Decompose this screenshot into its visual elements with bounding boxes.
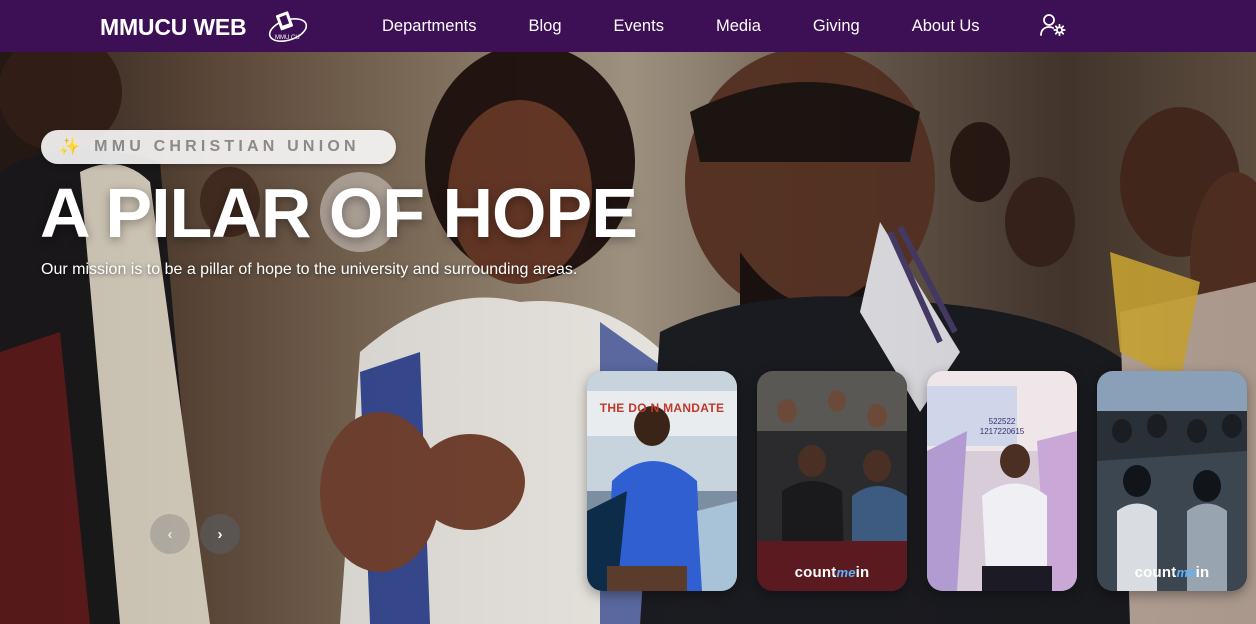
caption-me: me [1176, 565, 1196, 580]
thumbnail-banner: THE DO N MANDATE [599, 401, 725, 415]
caption-count: count [794, 564, 837, 581]
thumbnail-photo-worship [757, 371, 907, 591]
caption-count: count [1134, 564, 1177, 581]
thumbnail-photo-stage [927, 371, 1077, 591]
chevron-right-icon: › [217, 525, 223, 543]
thumbnail-photo-crowd [1097, 371, 1247, 591]
carousel-thumbnail-4[interactable]: countmein [1097, 371, 1247, 591]
hero-badge-text: MMU CHRISTIAN UNION [94, 138, 360, 155]
caption-in: in [855, 564, 870, 581]
nav-links: Departments Blog Events Media Giving Abo… [382, 0, 980, 52]
hero-badge: ✨ MMU CHRISTIAN UNION [41, 130, 396, 164]
svg-text:MMU CU: MMU CU [275, 35, 300, 41]
nav-link-giving[interactable]: Giving [813, 17, 860, 36]
mmu-cu-logo-icon: MMU CU [269, 11, 308, 42]
carousel-thumbnail-2[interactable]: countmein [757, 371, 907, 591]
user-settings-icon[interactable] [1040, 13, 1066, 37]
carousel-thumbnail-3[interactable]: 522522 1217220615 [927, 371, 1077, 591]
carousel-prev-button[interactable]: ‹ [150, 514, 190, 554]
nav-link-departments[interactable]: Departments [382, 17, 476, 36]
brand[interactable]: MMUCU WEB MMU CU [100, 10, 310, 44]
thumbnail-caption: countmein [1097, 564, 1247, 581]
nav-link-media[interactable]: Media [716, 17, 761, 36]
hero-subtitle: Our mission is to be a pillar of hope to… [41, 261, 578, 278]
chevron-left-icon: ‹ [167, 525, 173, 543]
nav-link-events[interactable]: Events [614, 17, 664, 36]
caption-me: me [836, 565, 856, 580]
thumbnail-caption: countmein [757, 564, 907, 581]
hero-title: A PILAR OF HOPE [40, 174, 638, 252]
sparkle-icon: ✨ [59, 137, 81, 156]
thumbnail-screen-text: 522522 1217220615 [979, 417, 1025, 436]
brand-name[interactable]: MMUCU WEB [100, 14, 247, 41]
nav-link-about-us[interactable]: About Us [912, 17, 980, 36]
carousel-next-button[interactable]: › [200, 514, 240, 554]
caption-in: in [1195, 564, 1210, 581]
nav-link-blog[interactable]: Blog [528, 17, 561, 36]
navbar: MMUCU WEB MMU CU Departments Blog Events… [0, 0, 1256, 52]
carousel-thumbnail-1[interactable]: THE DO N MANDATE [587, 371, 737, 591]
